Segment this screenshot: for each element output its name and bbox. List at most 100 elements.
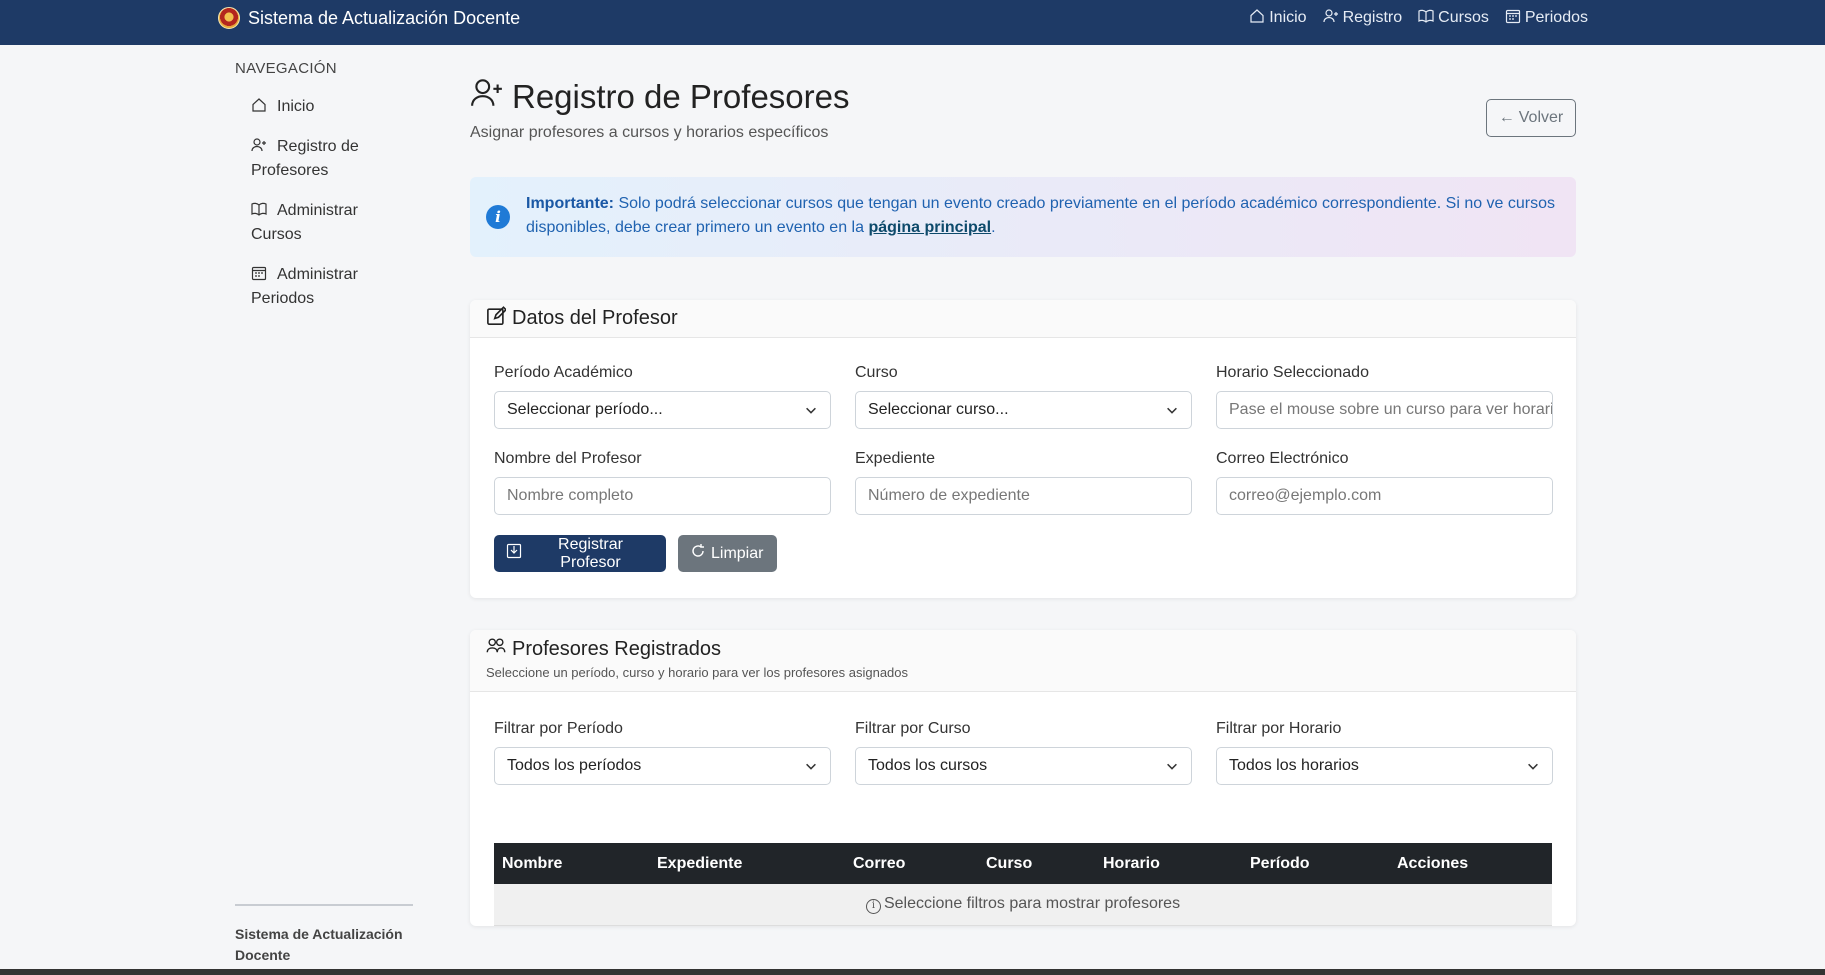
filter-horario-value: Todos los horarios xyxy=(1229,757,1359,774)
logo-icon xyxy=(218,7,240,29)
chevron-down-icon xyxy=(1167,407,1177,414)
chevron-down-icon xyxy=(1528,763,1538,770)
filter-periodo-field: Filtrar por Período Todos los períodos xyxy=(494,720,831,785)
page-header: Registro de Profesores Asignar profesore… xyxy=(470,60,1576,160)
edit-icon xyxy=(486,305,508,332)
clear-button-label: Limpiar xyxy=(711,544,764,562)
filter-horario-field: Filtrar por Horario Todos los horarios xyxy=(1216,720,1553,785)
main-page-link[interactable]: página principal xyxy=(868,219,991,236)
back-button-label: Volver xyxy=(1518,109,1564,126)
column-header[interactable]: Expediente xyxy=(649,843,845,884)
calendar-icon xyxy=(251,265,269,281)
card-subtitle: Seleccione un período, curso y horario p… xyxy=(486,665,909,680)
top-nav: Inicio Registro Cursos Periodos xyxy=(1249,0,1588,36)
expediente-input[interactable]: Número de expediente xyxy=(855,477,1192,515)
sidebar-item-inicio[interactable]: Inicio xyxy=(235,91,413,123)
horario-input[interactable]: Pase el mouse sobre un curso para ver ho… xyxy=(1216,391,1553,429)
info-alert: i Importante: Solo podrá seleccionar cur… xyxy=(470,177,1576,257)
save-icon xyxy=(506,543,522,564)
curso-select[interactable]: Seleccionar curso... xyxy=(855,391,1192,429)
filter-periodo-label: Filtrar por Período xyxy=(494,720,623,737)
correo-label: Correo Electrónico xyxy=(1216,450,1349,467)
email-input[interactable]: correo@ejemplo.com xyxy=(1216,477,1553,515)
column-header[interactable]: Curso xyxy=(978,843,1095,884)
filter-periodo-value: Todos los períodos xyxy=(507,757,642,774)
column-header[interactable]: Correo xyxy=(845,843,978,884)
filter-horario-label: Filtrar por Horario xyxy=(1216,720,1342,737)
expediente-label: Expediente xyxy=(855,450,936,467)
sidebar-footer: Sistema de Actualización Docente xyxy=(235,904,413,966)
empty-state: i Seleccione filtros para mostrar profeso… xyxy=(494,884,1552,926)
curso-field: Curso Seleccionar curso... xyxy=(855,364,1192,429)
register-button-label: Registrar Profesor xyxy=(558,535,623,571)
topnav-label: Periodos xyxy=(1524,9,1588,26)
alert-strong: Importante: xyxy=(526,195,614,212)
card-title-text: Datos del Profesor xyxy=(512,307,678,329)
sidebar-item-periodos[interactable]: Administrar Periodos xyxy=(235,259,413,315)
column-header[interactable]: Nombre xyxy=(494,843,649,884)
periodo-field: Período Académico Seleccionar período... xyxy=(494,364,831,429)
nombre-input[interactable]: Nombre completo xyxy=(494,477,831,515)
alert-end: . xyxy=(991,219,996,236)
filter-horario-select[interactable]: Todos los horarios xyxy=(1216,747,1553,785)
chevron-down-icon xyxy=(1167,763,1177,770)
filters-row: Filtrar por Período Todos los períodos F… xyxy=(494,720,1553,785)
registered-card: Profesores Registrados Seleccione un per… xyxy=(470,630,1576,926)
filter-curso-select[interactable]: Todos los cursos xyxy=(855,747,1192,785)
alert-text: Solo podrá seleccionar cursos que tengan… xyxy=(526,195,1556,236)
clear-button[interactable]: Limpiar xyxy=(678,535,777,572)
curso-label: Curso xyxy=(855,364,898,381)
teachers-table: Nombre Expediente Correo Curso Horario P… xyxy=(494,843,1552,926)
curso-select-value: Seleccionar curso... xyxy=(868,401,1009,418)
topnav-inicio[interactable]: Inicio xyxy=(1249,8,1307,29)
card-title: Datos del Profesor xyxy=(486,305,678,332)
card-header: Profesores Registrados Seleccione un per… xyxy=(470,630,1576,692)
bottom-bar xyxy=(0,969,1825,975)
chevron-down-icon xyxy=(806,763,816,770)
column-header[interactable]: Acciones xyxy=(1389,843,1552,884)
periodo-select[interactable]: Seleccionar período... xyxy=(494,391,831,429)
person-plus-icon xyxy=(470,76,504,118)
sidebar-item-registro[interactable]: Registro de Profesores xyxy=(235,131,413,187)
brand[interactable]: Sistema de Actualización Docente xyxy=(218,0,520,36)
refresh-icon xyxy=(690,543,706,564)
sidebar: NAVEGACIÓN Inicio Registro de Profesores… xyxy=(235,60,413,323)
topnav-label: Registro xyxy=(1342,9,1403,26)
column-header[interactable]: Período xyxy=(1242,843,1389,884)
info-icon: i xyxy=(486,205,510,229)
people-icon xyxy=(486,636,506,662)
topnav-periodos[interactable]: Periodos xyxy=(1505,8,1588,29)
sidebar-item-cursos[interactable]: Administrar Cursos xyxy=(235,195,413,251)
filter-periodo-select[interactable]: Todos los períodos xyxy=(494,747,831,785)
page-title-text: Registro de Profesores xyxy=(512,78,850,115)
top-navbar: Sistema de Actualización Docente Inicio … xyxy=(0,0,1825,45)
table-row: i Seleccione filtros para mostrar profeso… xyxy=(494,884,1552,926)
topnav-registro[interactable]: Registro xyxy=(1322,8,1403,29)
house-icon xyxy=(1249,8,1265,29)
page-subtitle: Asignar profesores a cursos y horarios e… xyxy=(470,124,829,141)
register-button[interactable]: Registrar Profesor xyxy=(494,535,666,572)
horario-field: Horario Seleccionado Pase el mouse sobre… xyxy=(1216,364,1553,429)
back-button[interactable]: ← Volver xyxy=(1486,99,1576,137)
correo-field: Correo Electrónico correo@ejemplo.com xyxy=(1216,450,1553,515)
arrow-left-icon: ← xyxy=(1498,109,1515,126)
topnav-cursos[interactable]: Cursos xyxy=(1418,8,1489,29)
person-plus-icon xyxy=(251,137,269,153)
book-icon xyxy=(1418,8,1434,29)
page-title: Registro de Profesores xyxy=(470,76,850,118)
card-title-text: Profesores Registrados xyxy=(512,637,721,660)
info-circle-icon: i xyxy=(865,898,881,914)
form-row-1: Período Académico Seleccionar período...… xyxy=(494,364,1553,429)
column-header[interactable]: Horario xyxy=(1095,843,1242,884)
calendar-icon xyxy=(1505,8,1521,29)
filter-curso-value: Todos los cursos xyxy=(868,757,988,774)
expediente-field: Expediente Número de expediente xyxy=(855,450,1192,515)
nombre-label: Nombre del Profesor xyxy=(494,450,642,467)
chevron-down-icon xyxy=(806,407,816,414)
horario-label: Horario Seleccionado xyxy=(1216,364,1369,381)
table-header-row: Nombre Expediente Correo Curso Horario P… xyxy=(494,843,1552,884)
periodo-label: Período Académico xyxy=(494,364,633,381)
brand-title: Sistema de Actualización Docente xyxy=(248,7,521,28)
sidebar-item-label: Inicio xyxy=(277,98,315,115)
form-row-2: Nombre del Profesor Nombre completo Expe… xyxy=(494,450,1553,515)
